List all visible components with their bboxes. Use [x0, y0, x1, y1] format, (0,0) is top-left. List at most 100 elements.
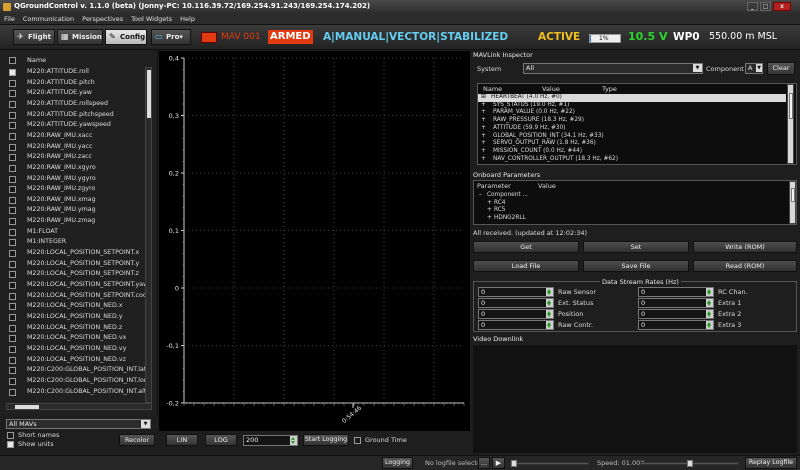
spinbox-arrows-icon[interactable] [546, 321, 553, 329]
write-rom-button[interactable]: Write (ROM) [693, 241, 797, 253]
curve-visible-checkbox[interactable] [9, 69, 16, 76]
speed-slider[interactable] [640, 460, 739, 467]
mavlink-message-row[interactable]: + GLOBAL_POSITION_INT (34.1 Hz, #33) [478, 133, 786, 141]
expand-icon[interactable]: + [487, 215, 492, 223]
start-logging-button[interactable]: Start Logging [303, 434, 349, 446]
mavlink-message-row[interactable]: + MISSION_COUNT (0.0 Hz, #44) [478, 148, 786, 156]
curve-visible-checkbox[interactable] [9, 260, 16, 268]
curve-list-item[interactable]: M220:ATTITUDE.rollspeed [0, 99, 150, 110]
mavlink-message-row[interactable]: + NAV_CONTROLLER_OUTPUT (18.3 Hz, #62) [478, 156, 786, 164]
curve-visible-checkbox[interactable] [9, 367, 16, 375]
curve-list-item[interactable]: M1:INTEGER [0, 237, 150, 248]
curve-visible-checkbox[interactable] [9, 377, 16, 385]
playback-slider-handle[interactable] [511, 460, 517, 467]
mavlink-message-row[interactable]: ⊞ HEARTBEAT (4.0 Hz, #0) [478, 94, 786, 102]
expand-icon[interactable]: + [481, 156, 486, 164]
curve-visible-checkbox[interactable] [9, 143, 16, 151]
get-button[interactable]: Get [473, 241, 579, 253]
mavlink-message-row[interactable]: + ATTITUDE (59.9 Hz, #30) [478, 125, 786, 133]
curve-list-item[interactable]: M220:ATTITUDE.yawspeed [0, 120, 150, 131]
menu-perspectives[interactable]: Perspectives [78, 13, 127, 25]
curve-list-item[interactable]: M220:LOCAL_POSITION_SETPOINT.coo [0, 291, 150, 302]
expand-icon[interactable]: + [481, 109, 486, 117]
curve-list-item[interactable]: M220:RAW_IMU.ymag [0, 205, 150, 216]
speed-slider-handle[interactable] [687, 460, 693, 467]
perspective-mission-button[interactable]: ▦ Mission [57, 29, 103, 45]
curve-visible-checkbox[interactable] [9, 154, 16, 162]
curve-list-item[interactable]: M220:LOCAL_POSITION_SETPOINT.yaw [0, 280, 150, 291]
mavlink-message-row[interactable]: + SYS_STATUS (19.0 Hz, #1) [478, 102, 786, 110]
curve-visible-checkbox[interactable] [9, 79, 16, 87]
spinbox-arrows-icon[interactable] [706, 310, 713, 318]
parameter-tree-vscroll-thumb[interactable] [791, 188, 795, 202]
parameter-tree-vscrollbar[interactable] [789, 181, 796, 224]
load-file-button[interactable]: Load File [473, 260, 579, 272]
curve-visible-checkbox[interactable] [9, 186, 16, 194]
curve-list-item[interactable]: M220:ATTITUDE.roll [0, 67, 150, 78]
curve-list-item[interactable]: M220:LOCAL_POSITION_SETPOINT.x [0, 248, 150, 259]
curve-visible-checkbox[interactable] [9, 90, 16, 98]
curve-visible-checkbox[interactable] [9, 100, 16, 108]
expand-icon[interactable]: + [487, 207, 492, 215]
expand-icon[interactable]: + [481, 140, 486, 148]
expand-icon[interactable]: + [487, 200, 492, 208]
clear-button[interactable]: Clear [767, 62, 795, 75]
perspective-pro-button[interactable]: ▭ Pro▾ [151, 29, 191, 45]
curve-visible-checkbox[interactable] [9, 175, 16, 183]
maximize-button[interactable]: □ [760, 2, 771, 11]
curve-visible-checkbox[interactable] [9, 271, 16, 279]
save-file-button[interactable]: Save File [583, 260, 689, 272]
curve-list-item[interactable]: M220:ATTITUDE.pitchspeed [0, 110, 150, 121]
curve-list-item[interactable]: M220:LOCAL_POSITION_NED.vz [0, 355, 150, 366]
curve-visible-checkbox[interactable] [9, 239, 16, 247]
plot-area[interactable]: 0,4 0,3 0,2 0,1 0 -0,1 -0,2 0:54:46 [159, 51, 470, 431]
expand-icon[interactable]: + [481, 102, 486, 110]
mav-filter-select[interactable]: All MAVs ▼ [6, 419, 151, 429]
curve-list-item[interactable]: M220:LOCAL_POSITION_NED.y [0, 312, 150, 323]
menu-file[interactable]: File [0, 13, 19, 25]
system-select[interactable]: All ▼ [523, 63, 703, 74]
curve-visible-checkbox[interactable] [9, 345, 16, 353]
curve-visible-checkbox[interactable] [9, 228, 16, 236]
stream-rate-input[interactable]: 0 [638, 309, 714, 319]
curve-list-item[interactable]: M220:RAW_IMU.xmag [0, 195, 150, 206]
curve-list-item[interactable]: M220:RAW_IMU.zgyro [0, 184, 150, 195]
play-button[interactable]: ▶ [492, 457, 505, 469]
curve-list-item[interactable]: M1:FLOAT [0, 227, 150, 238]
log-scale-button[interactable]: LOG [205, 434, 237, 446]
curve-visible-checkbox[interactable] [9, 388, 16, 396]
curve-list-hscrollbar[interactable] [6, 403, 152, 410]
read-rom-button[interactable]: Read (ROM) [693, 260, 797, 272]
curve-list-item[interactable]: M220:LOCAL_POSITION_SETPOINT.z [0, 269, 150, 280]
perspective-config-button[interactable]: ✎ Config [105, 29, 147, 45]
lin-scale-button[interactable]: LIN [166, 434, 198, 446]
short-names-checkbox[interactable] [7, 432, 14, 439]
replay-logfile-button[interactable]: Replay Logfile [745, 457, 797, 469]
curve-visible-checkbox[interactable] [9, 292, 16, 300]
expand-icon[interactable]: + [481, 117, 486, 125]
curve-visible-checkbox[interactable] [9, 164, 16, 172]
mav-name[interactable]: MAV 001 [221, 30, 261, 44]
mavlink-message-tree[interactable]: Name Value Type ⊞ HEARTBEAT (4.0 Hz, #0) +… [477, 83, 797, 165]
mavlink-message-row[interactable]: + RAW_PRESSURE (18.3 Hz, #29) [478, 117, 786, 125]
stream-rate-input[interactable]: 0 [638, 298, 714, 308]
curve-visible-checkbox[interactable] [9, 132, 16, 140]
curve-visible-checkbox[interactable] [9, 218, 16, 226]
component-select[interactable]: A ▼ [745, 63, 763, 74]
message-tree-vscroll-thumb[interactable] [789, 93, 793, 119]
curve-list-item[interactable]: M220:LOCAL_POSITION_SETPOINT.y [0, 259, 150, 270]
expand-icon[interactable]: + [481, 133, 486, 141]
spinbox-arrows-icon[interactable] [546, 310, 553, 318]
curve-visible-checkbox[interactable] [9, 122, 16, 130]
select-logfile-button[interactable]: ... [478, 457, 490, 469]
curve-list-item[interactable]: M220:LOCAL_POSITION_NED.z [0, 323, 150, 334]
curve-visible-checkbox[interactable] [9, 356, 16, 364]
curve-visible-checkbox[interactable] [9, 303, 16, 311]
expand-icon[interactable]: + [481, 125, 486, 133]
curve-list-vscroll-thumb[interactable] [147, 70, 151, 118]
curve-list-item[interactable]: M220:RAW_IMU.zacc [0, 152, 150, 163]
expand-icon[interactable]: ⊞ [481, 94, 486, 102]
spinbox-arrows-icon[interactable] [290, 436, 297, 445]
curve-list-item[interactable]: M220:RAW_IMU.xacc [0, 131, 150, 142]
set-button[interactable]: Set [583, 241, 689, 253]
